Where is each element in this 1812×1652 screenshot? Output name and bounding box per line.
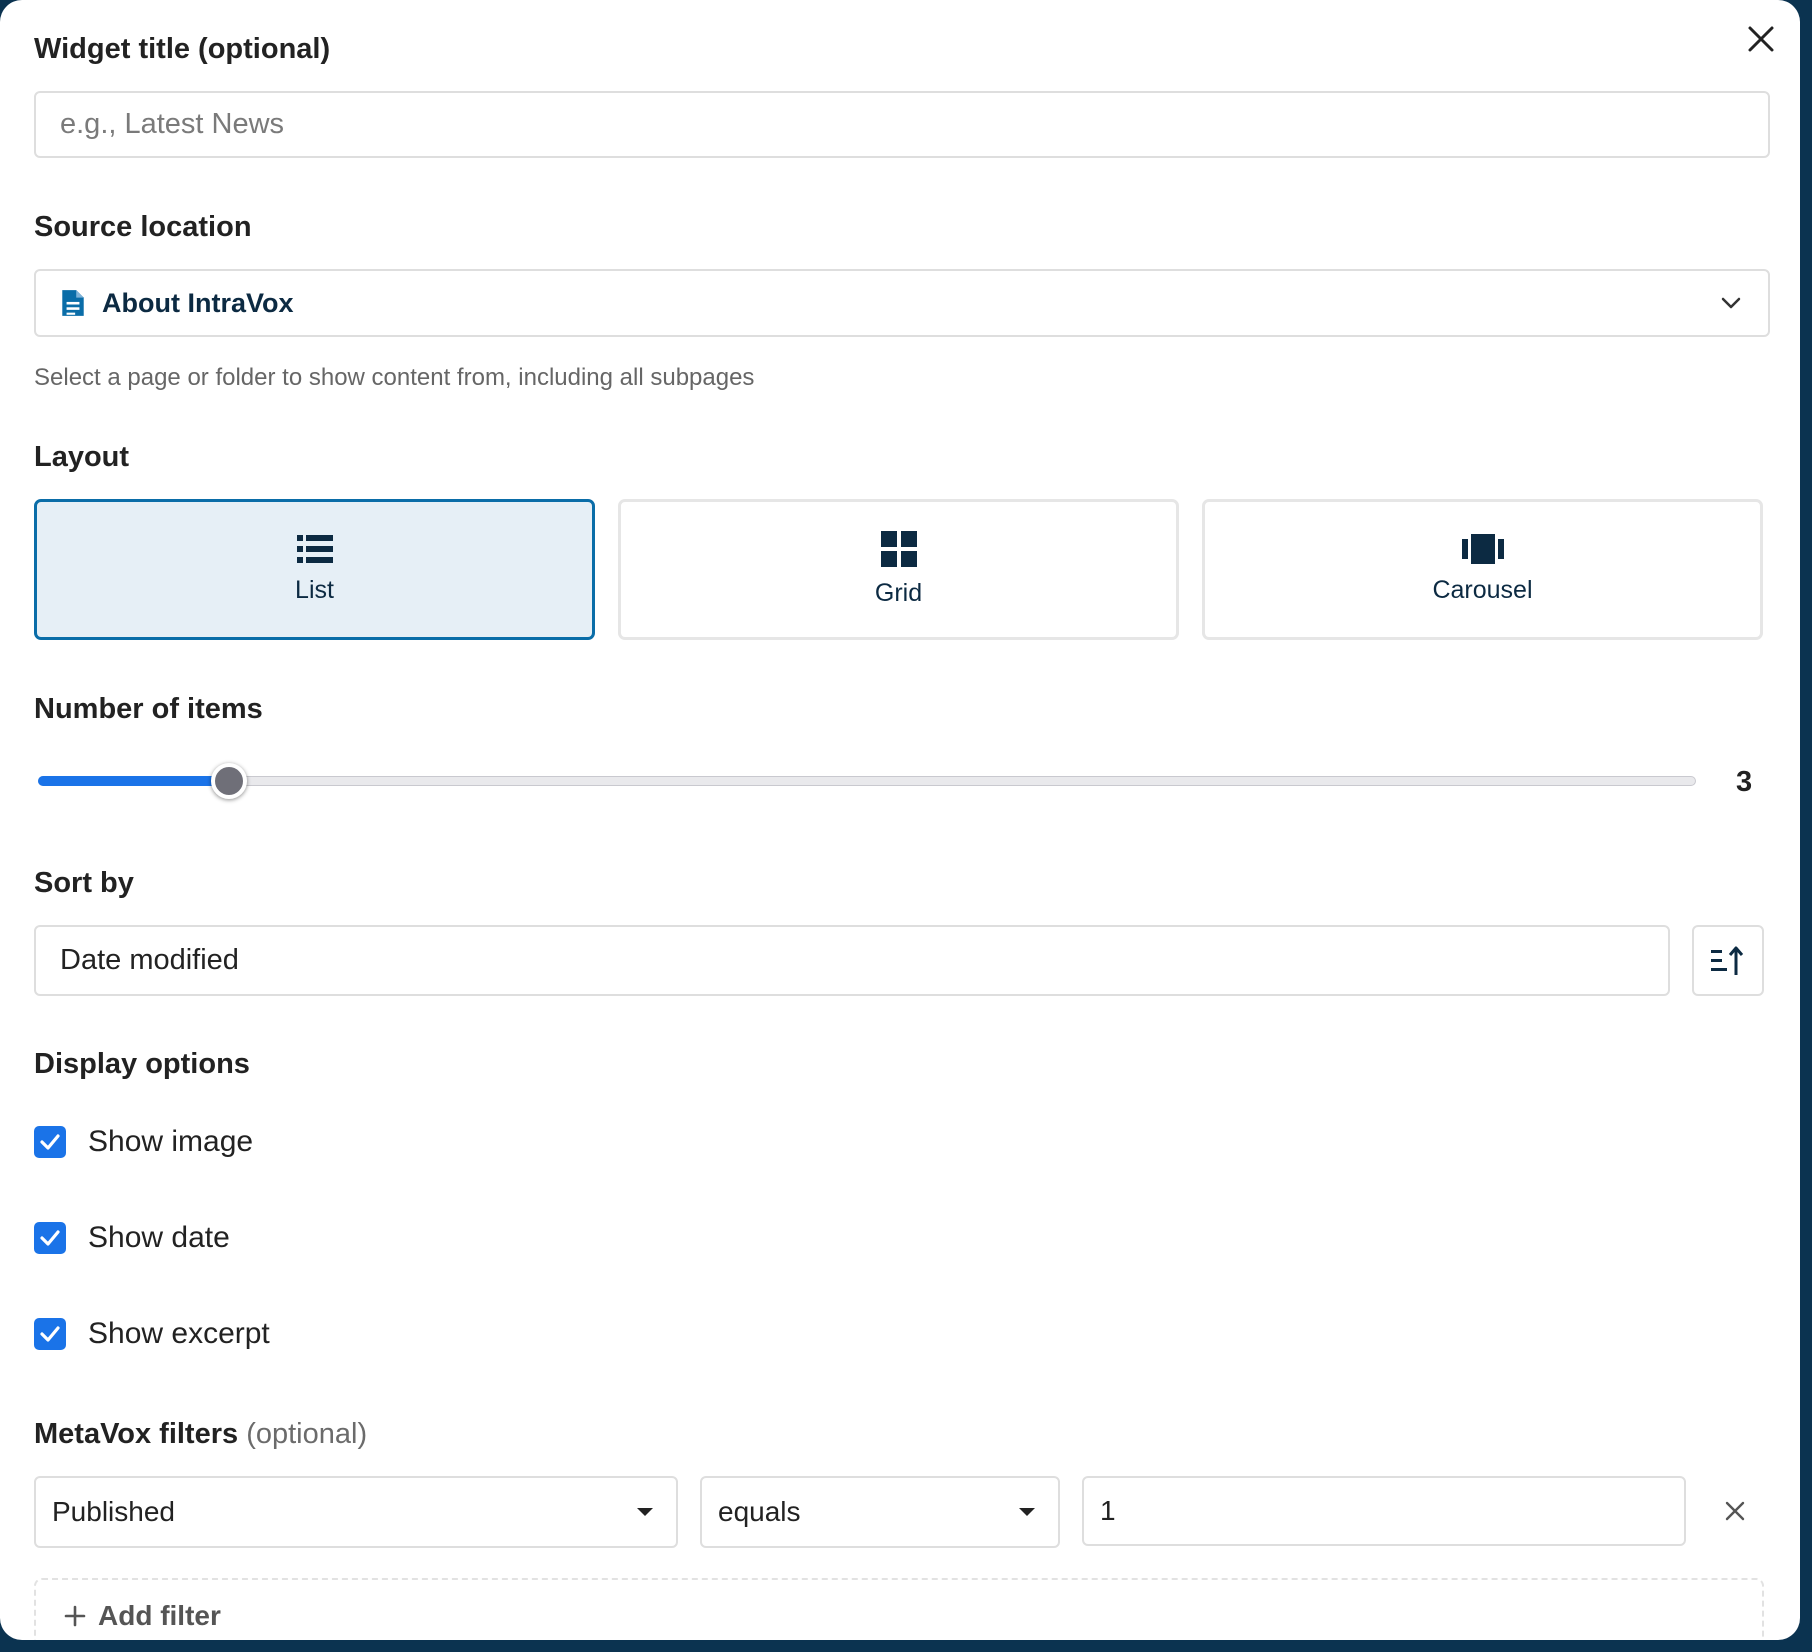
source-location-hint: Select a page or folder to show content …: [34, 364, 755, 391]
filter-operator-value: equals: [718, 1496, 801, 1527]
chevron-down-icon: [1721, 297, 1741, 309]
sort-by-select[interactable]: Date modified: [34, 925, 1670, 996]
plus-icon: [64, 1605, 86, 1627]
display-options-label: Display options: [34, 1048, 250, 1080]
widget-settings-dialog: Widget title (optional) e.g., Latest New…: [0, 0, 1800, 1640]
checkmark-icon: [40, 1326, 60, 1342]
widget-title-placeholder: e.g., Latest News: [60, 108, 285, 140]
list-icon: [296, 535, 333, 563]
show-image-label: Show image: [88, 1125, 254, 1158]
show-date-label: Show date: [88, 1221, 230, 1254]
layout-option-list-label: List: [295, 576, 334, 604]
sort-ascending-icon: [1711, 946, 1744, 975]
close-button[interactable]: [1740, 18, 1782, 60]
filter-field-select[interactable]: Published: [34, 1476, 678, 1548]
number-of-items-label: Number of items: [34, 693, 263, 725]
show-image-checkbox[interactable]: Show image: [34, 1125, 253, 1159]
remove-filter-button[interactable]: [1724, 1500, 1748, 1524]
layout-option-grid[interactable]: Grid: [618, 499, 1179, 640]
caret-down-icon: [637, 1508, 653, 1516]
caret-down-icon: [1019, 1508, 1035, 1516]
source-location-value: About IntraVox: [102, 287, 294, 318]
source-location-select[interactable]: About IntraVox: [34, 269, 1770, 337]
sort-order-button[interactable]: [1692, 925, 1764, 996]
checkbox-checked[interactable]: [34, 1126, 66, 1158]
number-of-items-slider-thumb[interactable]: [210, 763, 247, 799]
layout-option-grid-label: Grid: [874, 579, 923, 607]
filter-field-value: Published: [52, 1496, 175, 1527]
sort-by-value: Date modified: [60, 944, 239, 976]
checkbox-checked[interactable]: [34, 1222, 66, 1254]
checkmark-icon: [40, 1230, 60, 1246]
checkmark-icon: [40, 1134, 60, 1150]
add-filter-button[interactable]: Add filter: [34, 1578, 1764, 1640]
layout-label: Layout: [34, 441, 130, 473]
checkbox-checked[interactable]: [34, 1318, 66, 1350]
filter-operator-select[interactable]: equals: [700, 1476, 1060, 1548]
source-location-label: Source location: [34, 211, 252, 243]
metavox-filters-title: MetaVox filters: [34, 1418, 239, 1450]
layout-option-list[interactable]: List: [34, 499, 595, 640]
metavox-filters-optional: (optional): [246, 1418, 368, 1450]
document-icon: [62, 290, 84, 316]
show-excerpt-checkbox[interactable]: Show excerpt: [34, 1317, 270, 1351]
widget-title-label: Widget title (optional): [34, 33, 331, 65]
widget-title-input[interactable]: e.g., Latest News: [34, 91, 1770, 158]
add-filter-label: Add filter: [98, 1600, 221, 1631]
show-date-checkbox[interactable]: Show date: [34, 1221, 230, 1255]
layout-option-carousel-label: Carousel: [1432, 576, 1533, 604]
grid-icon: [880, 531, 917, 567]
number-of-items-slider-track[interactable]: [38, 776, 1696, 786]
close-icon: [1748, 26, 1774, 52]
show-excerpt-label: Show excerpt: [88, 1317, 270, 1350]
sort-by-label: Sort by: [34, 867, 134, 899]
filter-value-input[interactable]: 1: [1082, 1476, 1686, 1546]
filter-value: 1: [1100, 1495, 1116, 1526]
layout-option-carousel[interactable]: Carousel: [1202, 499, 1763, 640]
number-of-items-value: 3: [1736, 766, 1753, 798]
metavox-filters-label: MetaVox filters (optional): [34, 1418, 367, 1451]
carousel-icon: [1461, 534, 1504, 564]
number-of-items-slider-fill: [38, 776, 229, 786]
close-icon: [1725, 1501, 1745, 1521]
